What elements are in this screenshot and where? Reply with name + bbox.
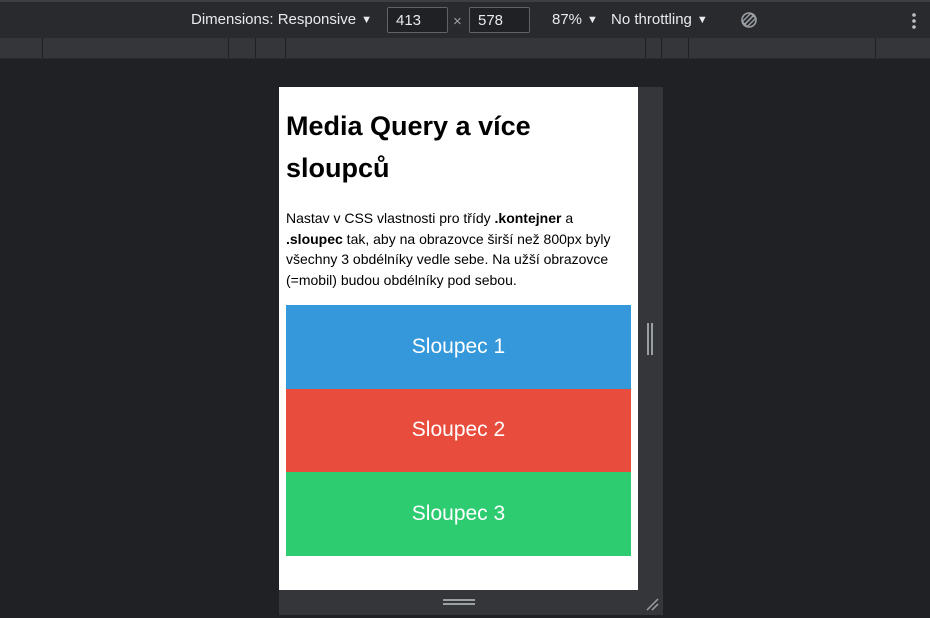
emulated-viewport: Media Query a více sloupců Nastav v CSS … <box>279 87 638 590</box>
media-query-divider[interactable] <box>875 38 876 58</box>
instructions-text: a <box>561 210 574 226</box>
device-toolbar: Dimensions: Responsive ▼ × 87% ▼ No thrott… <box>0 0 930 38</box>
page-title: Media Query a více sloupců <box>286 111 531 183</box>
media-query-divider[interactable] <box>285 38 286 58</box>
dimensions-label: Dimensions: Responsive <box>191 11 357 28</box>
chevron-down-icon: ▼ <box>361 14 372 26</box>
height-input[interactable] <box>469 7 530 33</box>
zoom-dropdown[interactable]: 87% ▼ <box>552 2 598 38</box>
column-label: Sloupec 1 <box>411 334 506 358</box>
sloupec-class-name: .sloupec <box>286 230 343 247</box>
media-query-divider[interactable] <box>42 38 43 58</box>
media-query-divider[interactable] <box>228 38 229 58</box>
zoom-label: 87% <box>552 11 583 28</box>
media-query-divider[interactable] <box>661 38 662 58</box>
page-instructions: Nastav v CSS vlastnosti pro třídy .konte… <box>286 208 631 290</box>
vertical-grip-icon <box>647 323 653 355</box>
media-query-divider[interactable] <box>645 38 646 58</box>
chevron-down-icon: ▼ <box>696 14 708 26</box>
column-label: Sloupec 2 <box>411 418 506 442</box>
kontejner-class-name: .kontejner <box>494 210 562 226</box>
throttling-dropdown[interactable]: No throttling ▼ <box>611 2 708 38</box>
width-input[interactable] <box>387 7 448 33</box>
rotate-icon[interactable] <box>740 11 758 29</box>
times-separator: × <box>453 13 462 30</box>
instructions-text: Nastav v CSS vlastnosti pro třídy <box>286 210 495 226</box>
media-query-bar <box>0 38 930 59</box>
column-2: Sloupec 2 <box>286 388 631 472</box>
throttling-label: No throttling <box>611 11 692 28</box>
media-query-divider[interactable] <box>688 38 689 58</box>
bottom-resize-handle[interactable] <box>279 590 663 615</box>
right-resize-handle[interactable] <box>638 87 663 590</box>
dimensions-dropdown[interactable]: Dimensions: Responsive ▼ <box>191 2 372 38</box>
column-label: Sloupec 3 <box>411 501 506 525</box>
chevron-down-icon: ▼ <box>587 14 598 26</box>
horizontal-grip-icon <box>443 599 475 605</box>
media-query-divider[interactable] <box>255 38 256 58</box>
columns-container: Sloupec 1 Sloupec 2 Sloupec 3 <box>286 305 631 556</box>
corner-resize-icon[interactable] <box>645 597 659 611</box>
column-1: Sloupec 1 <box>286 305 631 389</box>
more-vert-icon[interactable] <box>906 10 922 32</box>
column-3: Sloupec 3 <box>286 472 631 556</box>
